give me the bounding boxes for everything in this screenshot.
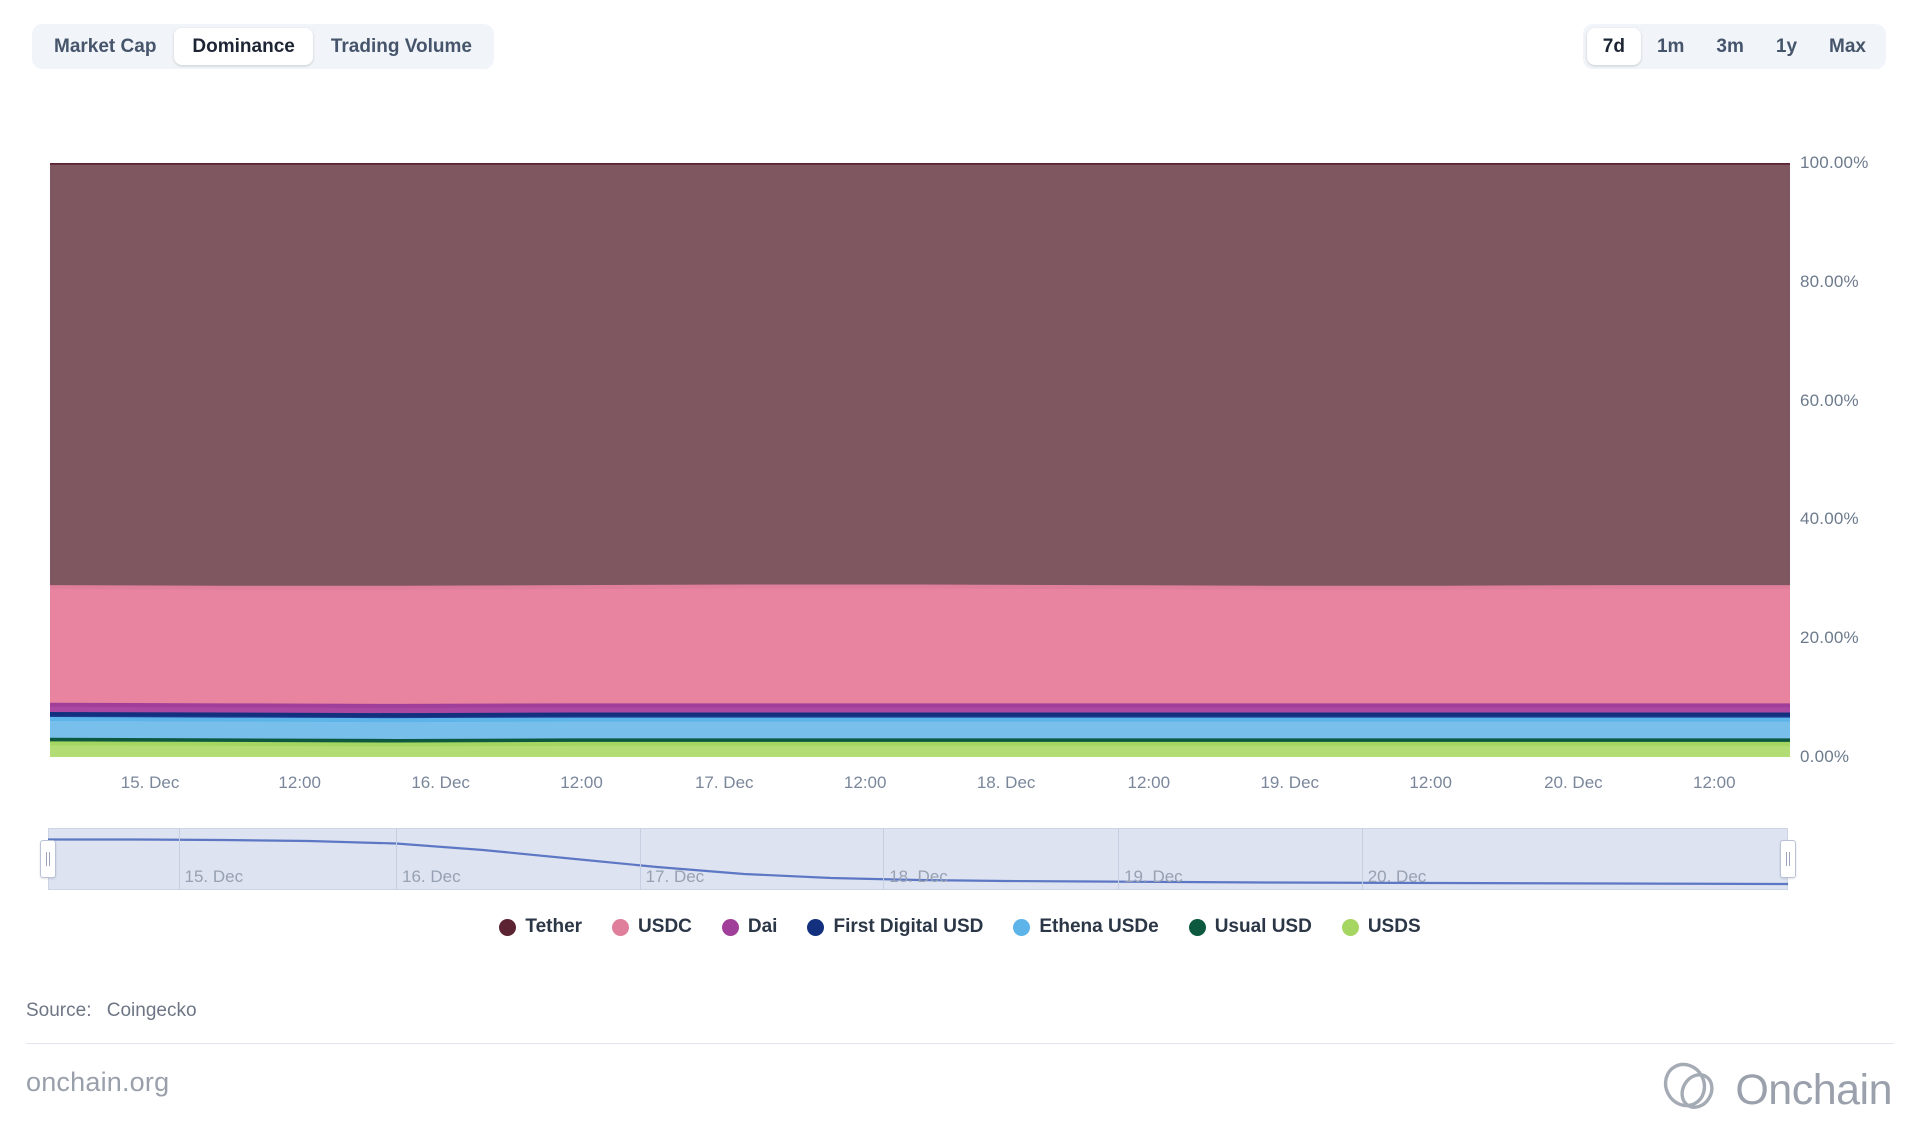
tab-dominance[interactable]: Dominance	[174, 28, 313, 65]
legend-item-ethena-usde[interactable]: Ethena USDe	[1013, 916, 1159, 938]
y-axis-tick: 100.00%	[1800, 153, 1869, 172]
x-axis-tick: 12:00	[278, 773, 321, 792]
stacked-area-chart[interactable]: 0.00% 20.00% 40.00% 60.00% 80.00% 100.00% 15.…	[0, 110, 1920, 810]
range-3m[interactable]: 3m	[1700, 28, 1759, 65]
navigator-date-label: 16. Dec	[402, 867, 461, 886]
legend-item-usds[interactable]: USDS	[1341, 916, 1421, 938]
onchain-logo: Onchain	[1661, 1060, 1892, 1121]
x-axis-tick: 18. Dec	[976, 773, 1036, 792]
area-line-usdc	[50, 584, 1790, 590]
y-axis-tick: 0.00%	[1800, 747, 1850, 766]
area-line-dai	[50, 702, 1790, 708]
chart-toolbar: Market Cap Dominance Trading Volume 7d 1m 3m…	[0, 24, 1920, 69]
y-axis: 0.00% 20.00% 40.00% 60.00% 80.00% 100.00%	[1800, 110, 1910, 810]
legend-item-first-digital-usd[interactable]: First Digital USD	[807, 916, 983, 938]
legend-item-dai[interactable]: Dai	[721, 916, 778, 938]
x-axis-tick: 17. Dec	[694, 773, 754, 792]
legend-item-label: First Digital USD	[833, 916, 984, 937]
y-axis-tick: 80.00%	[1800, 271, 1859, 291]
legend-color-dot	[721, 918, 739, 936]
chart-navigator[interactable]: 15. Dec 16. Dec 17. Dec 18. Dec 19. Dec 20. D…	[40, 828, 1796, 890]
chart-legend[interactable]: Tether USDC Dai First Digital USD Ethena USD…	[0, 916, 1920, 938]
y-axis-tick: 20.00%	[1800, 628, 1859, 648]
area-line-usual-usd	[50, 737, 1790, 743]
tab-market-cap[interactable]: Market Cap	[36, 28, 174, 65]
legend-item-tether[interactable]: Tether	[499, 916, 582, 938]
x-axis-tick: 20. Dec	[1544, 773, 1603, 792]
area-band-usdc	[50, 586, 1790, 706]
navigator-date-label: 18. Dec	[889, 867, 948, 886]
legend-item-label: Dai	[747, 916, 778, 937]
source-line: Source: Coingecko	[26, 1000, 197, 1022]
navigator-date-label: 17. Dec	[645, 867, 705, 886]
source-label: Source:	[26, 1000, 92, 1021]
tab-trading-volume[interactable]: Trading Volume	[313, 28, 490, 65]
legend-item-label: Tether	[525, 916, 583, 937]
x-axis-tick: 12:00	[843, 773, 887, 792]
time-range-tab-group[interactable]: 7d 1m 3m 1y Max	[1582, 24, 1886, 69]
legend-item-label: USDS	[1367, 916, 1421, 937]
x-axis-tick: 19. Dec	[1260, 773, 1320, 792]
area-line-ethena-usde	[50, 716, 1790, 723]
legend-color-dot	[499, 918, 517, 936]
navigator-date-label: 15. Dec	[184, 867, 244, 886]
range-1m[interactable]: 1m	[1641, 28, 1700, 65]
site-url: onchain.org	[26, 1067, 170, 1097]
navigator-date-label: 20. Dec	[1367, 867, 1427, 886]
chart-svg	[50, 163, 1790, 757]
y-axis-tick: 40.00%	[1800, 509, 1859, 529]
legend-item-label: Ethena USDe	[1039, 916, 1159, 937]
dominance-chart-page: Market Cap Dominance Trading Volume 7d 1m 3m…	[0, 0, 1920, 1137]
legend-color-dot	[612, 918, 630, 936]
y-axis-tick: 60.00%	[1800, 390, 1859, 410]
legend-color-dot	[1341, 918, 1359, 936]
range-max[interactable]: Max	[1813, 28, 1882, 65]
x-axis: 15. Dec 12:00 16. Dec 12:00 17. Dec 12:00 18. …	[0, 773, 1920, 813]
onchain-logo-text: Onchain	[1735, 1066, 1892, 1114]
footer-divider	[26, 1043, 1894, 1044]
x-axis-tick: 16. Dec	[411, 773, 470, 792]
x-axis-tick: 12:00	[1409, 773, 1452, 792]
x-axis-tick: 12:00	[1693, 773, 1736, 792]
x-axis-tick: 12:00	[560, 773, 603, 792]
navigator-handle-right[interactable]	[1780, 840, 1796, 878]
legend-item-usual-usd[interactable]: Usual USD	[1188, 916, 1312, 938]
metric-tab-group[interactable]: Market Cap Dominance Trading Volume	[32, 24, 494, 69]
range-1y[interactable]: 1y	[1760, 28, 1813, 65]
source-value: Coingecko	[106, 1000, 197, 1021]
legend-color-dot	[1013, 918, 1031, 936]
area-line-usds	[50, 741, 1790, 747]
chart-plot-area[interactable]	[50, 163, 1790, 757]
area-band-ethena-usde	[50, 718, 1790, 741]
legend-item-usdc[interactable]: USDC	[612, 916, 692, 938]
legend-item-label: Usual USD	[1214, 916, 1312, 937]
legend-color-dot	[1188, 918, 1206, 936]
legend-item-label: USDC	[638, 916, 692, 937]
navigator-date-label: 19. Dec	[1124, 867, 1183, 886]
area-band-tether	[50, 163, 1790, 588]
area-line-first-digital-usd	[50, 711, 1790, 718]
range-7d[interactable]: 7d	[1586, 28, 1641, 65]
x-axis-tick: 15. Dec	[120, 773, 180, 792]
x-axis-tick: 12:00	[1127, 773, 1171, 792]
legend-color-dot	[807, 918, 825, 936]
onchain-knot-logo-icon	[1661, 1060, 1723, 1121]
navigator-handle-left[interactable]	[40, 840, 56, 878]
